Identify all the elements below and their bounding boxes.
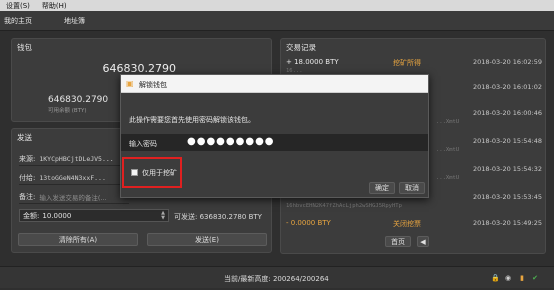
tx-hash: ...XmtU <box>436 147 460 153</box>
available-to-send: 可发送: 636830.2780 BTY <box>174 213 262 221</box>
tx-time: 2018-03-20 15:54:48 <box>472 137 542 145</box>
unlock-wallet-dialog: ▣ 解锁钱包 此操作需要您首先使用密码解锁该钱包。 输入密码 ●●●●●●●●●… <box>120 74 429 198</box>
status-bar: 当前/最新高度: 200264/200264 🔒 ◉ ▮ ✔ <box>0 266 554 288</box>
tx-hash: 16hbvcEHN2K47fZhAcLjph2wSHGJ5RpyHTp <box>286 203 402 209</box>
password-row: 输入密码 ●●●●●●●●● <box>121 134 428 151</box>
tx-type: 关闭挖票 <box>393 220 421 228</box>
wallet-title: 钱包 <box>17 43 32 52</box>
clear-all-button[interactable]: 清除所有(A) <box>18 233 138 246</box>
mining-only-highlight: 仅用于挖矿 <box>122 157 182 188</box>
to-label: 付给: <box>19 173 36 182</box>
tab-address-book[interactable]: 地址簿 <box>60 16 93 26</box>
tx-time: 2018-03-20 15:49:25 <box>472 219 542 227</box>
dialog-titlebar: ▣ 解锁钱包 <box>121 75 428 93</box>
tx-amount: + 18.0000 BTY <box>286 58 339 66</box>
ok-button[interactable]: 确定 <box>369 182 395 194</box>
sync-icon: ◉ <box>504 274 512 282</box>
tx-time: 2018-03-20 16:02:59 <box>472 58 542 66</box>
dialog-title: 解锁钱包 <box>139 81 167 89</box>
from-address: 1KYCpHBCjtDLeJV5... <box>39 154 114 163</box>
note-label: 备注: <box>19 192 36 201</box>
password-input[interactable]: ●●●●●●●●● <box>187 136 275 147</box>
mining-only-label[interactable]: 仅用于挖矿 <box>142 168 177 178</box>
send-title: 发送 <box>17 133 32 142</box>
mining-only-checkbox[interactable] <box>131 169 138 176</box>
tx-hash: ...XmtU <box>436 119 460 125</box>
amount-value[interactable]: 10.0000 <box>42 212 71 220</box>
to-address-field[interactable]: 13toGGeN4N3xxF... <box>39 174 106 182</box>
wallet-available-caption: 可用余额 (BTY) <box>48 108 87 114</box>
from-row[interactable]: 来源: 1KYCpHBCjtDLeJV5... <box>19 152 129 166</box>
block-height: 当前/最新高度: 200264/200264 <box>224 275 329 283</box>
to-row[interactable]: 付给: 13toGGeN4N3xxF... <box>19 171 129 185</box>
tx-time: 2018-03-20 16:01:02 <box>472 83 542 91</box>
tx-amount: - 0.0000 BTY <box>286 219 331 227</box>
wallet-available-balance: 646830.2790 <box>48 95 109 105</box>
tx-type: 挖矿所得 <box>393 59 421 67</box>
lock-icon[interactable]: 🔒 <box>491 274 500 282</box>
menu-settings[interactable]: 设置(S) <box>0 1 36 11</box>
menu-bar: 设置(S) 帮助(H) <box>0 0 554 11</box>
tx-hash: ...XmtU <box>436 175 460 181</box>
amount-label: 金额: <box>23 211 40 220</box>
amount-field[interactable]: 金额: 10.0000 ▲ ▼ <box>19 209 169 222</box>
cancel-button[interactable]: 取消 <box>399 182 425 194</box>
tab-home[interactable]: 我的主页 <box>0 16 40 26</box>
send-button[interactable]: 发送(E) <box>147 233 267 246</box>
amount-stepper-icon[interactable]: ▲ ▼ <box>161 211 165 221</box>
signal-icon: ▮ <box>520 274 524 282</box>
tx-time: 2018-03-20 15:53:45 <box>472 193 542 201</box>
wallet-icon: ▣ <box>126 79 134 88</box>
nav-bar: 我的主页 地址簿 <box>0 11 554 31</box>
prev-page-icon[interactable]: ◀ <box>417 236 429 247</box>
transactions-title: 交易记录 <box>286 43 316 52</box>
password-label: 输入密码 <box>129 140 157 148</box>
first-page-button[interactable]: 首页 <box>385 236 411 247</box>
note-input[interactable]: 输入发送交易的备注(... <box>39 192 106 202</box>
tx-time: 2018-03-20 16:00:46 <box>472 109 542 117</box>
tx-row[interactable]: - 0.0000 BTY 关闭挖票 2018-03-20 15:49:25 <box>286 219 542 241</box>
tx-time: 2018-03-20 15:54:32 <box>472 165 542 173</box>
menu-help[interactable]: 帮助(H) <box>36 1 73 11</box>
check-icon: ✔ <box>532 274 538 282</box>
from-label: 来源: <box>19 154 36 163</box>
dialog-message: 此操作需要您首先使用密码解锁该钱包。 <box>129 116 255 124</box>
note-row[interactable]: 备注: 输入发送交易的备注(... <box>19 190 129 204</box>
